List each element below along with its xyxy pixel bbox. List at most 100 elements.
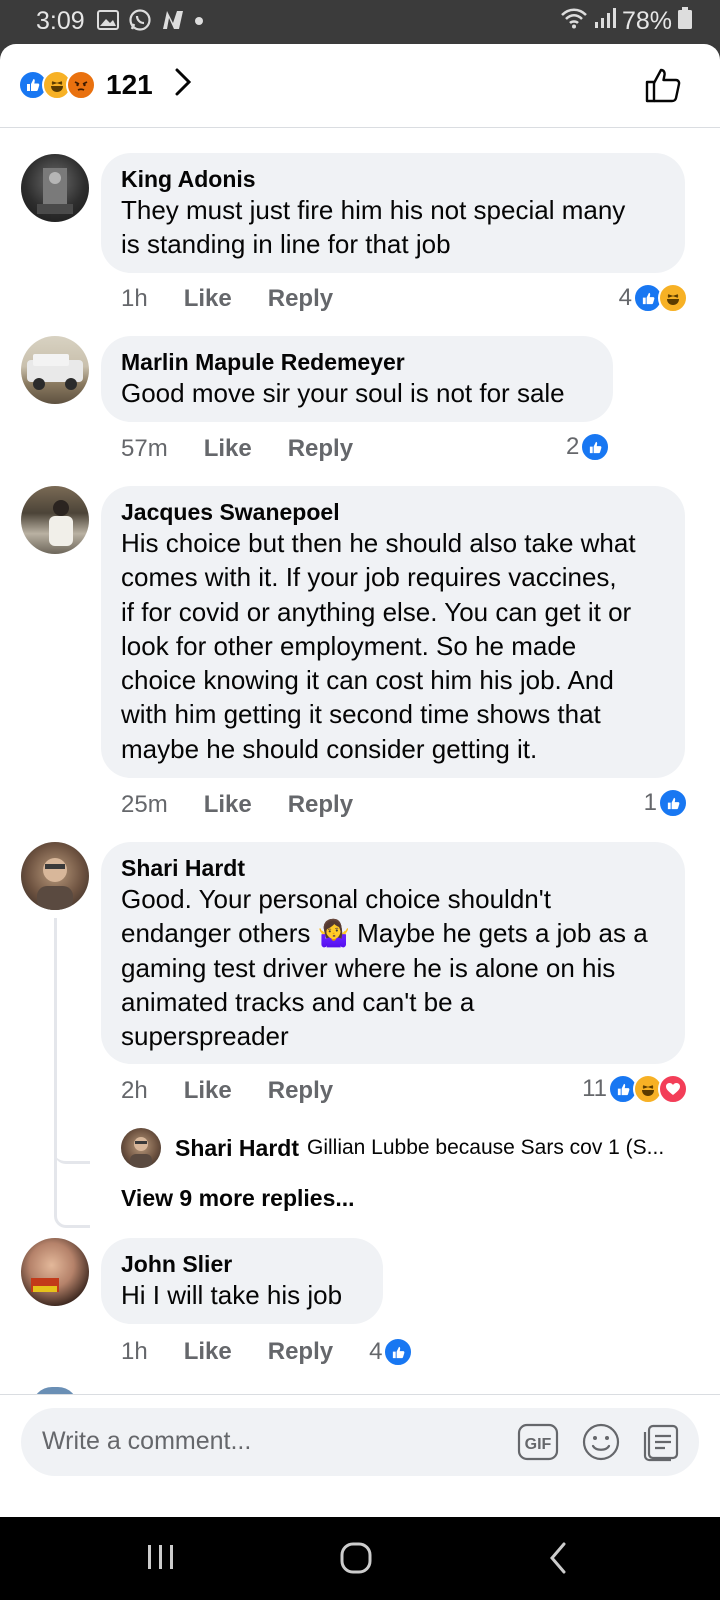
comment-actions: 57m Like Reply	[121, 435, 389, 463]
like-reaction-icon	[658, 788, 688, 818]
comment-author[interactable]: Jacques Swanepoel	[121, 498, 665, 526]
comment-author[interactable]: Marlin Mapule Redemeyer	[121, 348, 593, 376]
avatar	[32, 1387, 78, 1394]
sticker-icon[interactable]	[643, 1422, 683, 1467]
reactions-summary[interactable]: 121	[18, 68, 191, 101]
reply-button[interactable]: Reply	[288, 791, 353, 819]
comment-time[interactable]: 1h	[121, 1338, 148, 1366]
reaction-count: 2	[566, 433, 580, 460]
comment-line: choice knowing it can cost him his job. …	[121, 665, 614, 696]
status-time: 3:09	[36, 7, 85, 35]
status-right: 78%	[560, 7, 692, 36]
comment-reactions[interactable]: 2	[566, 432, 611, 462]
thread-connector	[54, 1042, 90, 1164]
gif-icon[interactable]: GIF	[517, 1421, 559, 1468]
navigation-bar	[0, 1517, 720, 1600]
avatar[interactable]	[21, 842, 89, 910]
reply-author[interactable]: Shari Hardt	[175, 1135, 299, 1162]
comment-actions: 1h Like Reply	[121, 285, 369, 313]
comment-text: His choice but then he should also take …	[121, 526, 665, 766]
comment-line: endanger others 🤷‍♀️ Maybe he gets a job…	[121, 918, 648, 949]
reaction-count: 4	[369, 1338, 383, 1365]
gallery-icon	[97, 9, 119, 35]
like-reaction-icon	[383, 1337, 414, 1367]
comment-bubble[interactable]: Jacques Swanepoel His choice but then he…	[101, 486, 685, 778]
recent-apps-icon[interactable]	[146, 1542, 176, 1577]
reply-button[interactable]: Reply	[268, 1338, 333, 1366]
comment-input[interactable]: Write a comment... GIF	[21, 1408, 699, 1476]
comment-bubble[interactable]: Shari Hardt Good. Your personal choice s…	[101, 842, 685, 1064]
comments-sheet: 121 King Adonis They must just fire him …	[0, 44, 720, 1517]
like-reaction-icon	[580, 432, 611, 462]
view-more-replies[interactable]: View 9 more replies...	[121, 1185, 355, 1212]
comment-author[interactable]: Shari Hardt	[121, 854, 665, 882]
like-button[interactable]: Like	[204, 791, 252, 819]
comment-time[interactable]: 1h	[121, 285, 148, 313]
comment-reactions[interactable]: 4	[619, 283, 688, 313]
comment-bubble[interactable]: King Adonis They must just fire him his …	[101, 153, 685, 273]
comment-line: Good. Your personal choice shouldn't	[121, 884, 551, 914]
comment-line: superspreader	[121, 1021, 289, 1052]
status-notification-icons	[97, 8, 204, 37]
comment-time[interactable]: 2h	[121, 1077, 148, 1105]
composer-actions: GIF	[517, 1421, 683, 1468]
comment-line: gaming test driver where he is alone on …	[121, 952, 616, 983]
comment-line: look for other employment. So he made	[121, 630, 577, 661]
like-button[interactable]: Like	[184, 1077, 232, 1105]
reply-text: Gillian Lubbe because Sars cov 1 (S...	[306, 1136, 665, 1159]
avatar[interactable]	[21, 486, 89, 554]
comment-line: Good move sir your soul is not for sale	[121, 378, 565, 408]
like-post-button[interactable]	[644, 66, 682, 109]
avatar[interactable]	[121, 1128, 161, 1168]
comment-author[interactable]: John Slier	[121, 1250, 363, 1278]
battery-percent: 78%	[621, 7, 672, 35]
emoji-icon[interactable]	[581, 1422, 621, 1467]
reaction-count: 4	[618, 284, 632, 311]
n-icon	[161, 9, 185, 36]
comment-line: maybe he should consider getting it.	[121, 733, 538, 764]
reply-button[interactable]: Reply	[268, 1077, 333, 1105]
comment-line: with him getting it second time shows th…	[121, 699, 601, 730]
comment-text: Good move sir your soul is not for sale	[121, 376, 593, 410]
reply-preview[interactable]: Shari Hardt Gillian Lubbe because Sars c…	[121, 1128, 691, 1168]
comment-author[interactable]: King Adonis	[121, 165, 665, 193]
reply-button[interactable]: Reply	[268, 285, 333, 313]
like-button[interactable]: Like	[204, 435, 252, 463]
comment-actions: 2h Like Reply	[121, 1077, 369, 1105]
comment-text: Good. Your personal choice shouldn't end…	[121, 882, 665, 1053]
angry-reaction-icon	[66, 69, 96, 100]
comment-reactions[interactable]: 1	[644, 788, 688, 818]
comment-actions: 25m Like Reply	[121, 791, 389, 819]
comment-text: They must just fire him his not special …	[121, 193, 665, 262]
comment-line: His choice but then he should also take …	[121, 528, 636, 558]
reaction-count: 121	[106, 68, 153, 100]
like-button[interactable]: Like	[184, 1338, 232, 1366]
comment-time[interactable]: 25m	[121, 791, 168, 819]
gif-label: GIF	[525, 1436, 552, 1453]
reactions-header: 121	[0, 44, 720, 128]
clipped-text	[292, 129, 328, 131]
whatsapp-icon	[128, 8, 152, 37]
signal-icon	[594, 7, 616, 36]
comment-composer: Write a comment... GIF	[0, 1394, 720, 1517]
love-reaction-icon	[658, 1074, 688, 1104]
back-icon[interactable]	[548, 1542, 568, 1579]
comment-time[interactable]: 57m	[121, 435, 168, 463]
reply-button[interactable]: Reply	[288, 435, 353, 463]
comment-line: comes with it. If your job requires vacc…	[121, 562, 617, 593]
dot-icon	[194, 13, 204, 31]
reaction-count: 11	[582, 1075, 607, 1102]
comment-line: animated tracks and can't be a	[121, 986, 475, 1017]
avatar[interactable]	[21, 154, 89, 222]
avatar[interactable]	[21, 1238, 89, 1306]
comment-bubble[interactable]: John Slier Hi I will take his job	[101, 1238, 383, 1324]
comment-reactions[interactable]: 11	[582, 1074, 688, 1104]
comment-reactions[interactable]: 4	[369, 1337, 414, 1367]
avatar[interactable]	[21, 336, 89, 404]
chevron-right-icon	[175, 68, 191, 101]
comment-bubble[interactable]: Marlin Mapule Redemeyer Good move sir yo…	[101, 336, 613, 422]
comments-list: King Adonis They must just fire him his …	[0, 129, 720, 1394]
comment-text: Hi I will take his job	[121, 1278, 363, 1312]
home-icon[interactable]	[340, 1542, 372, 1579]
like-button[interactable]: Like	[184, 285, 232, 313]
